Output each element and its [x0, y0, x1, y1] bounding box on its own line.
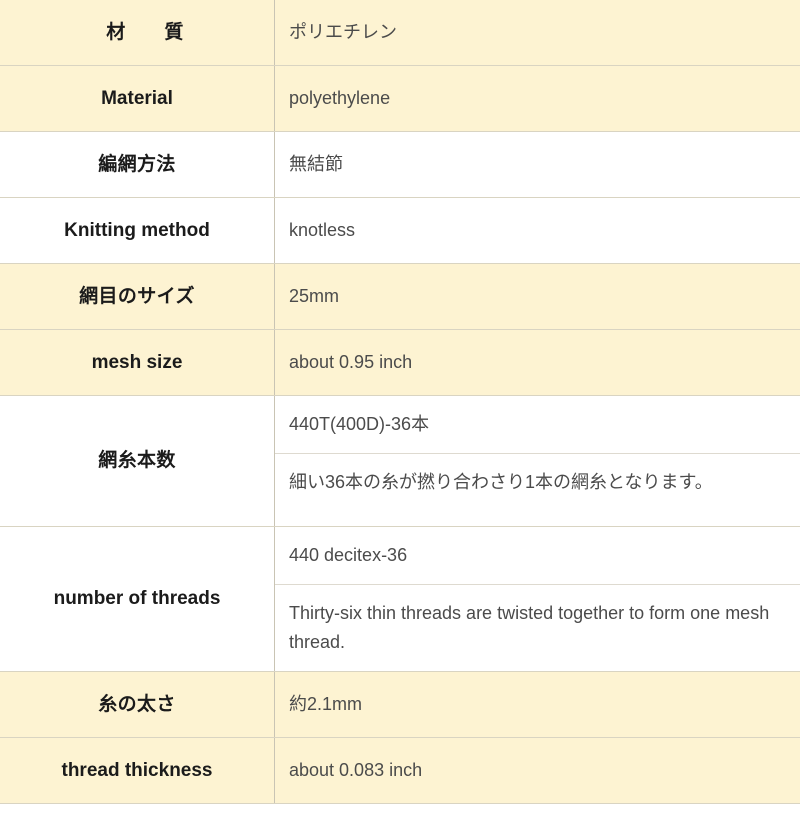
table-row: 編網方法 無結節: [0, 132, 800, 198]
table-row: 網目のサイズ 25mm: [0, 264, 800, 330]
row-value-thread-thickness-en: about 0.083 inch: [275, 738, 800, 804]
table-row: Material polyethylene: [0, 66, 800, 132]
specification-table: 材 質 ポリエチレン Material polyethylene 編網方法 無結…: [0, 0, 800, 804]
table-row: mesh size about 0.95 inch: [0, 330, 800, 396]
row-value-primary: 440T(400D)-36本: [275, 396, 800, 454]
row-value-primary: 440 decitex-36: [275, 527, 800, 585]
row-label-mesh-size-en: mesh size: [0, 330, 275, 396]
table-row: Knitting method knotless: [0, 198, 800, 264]
row-label-knitting-method-en: Knitting method: [0, 198, 275, 264]
row-label-knitting-method-ja: 編網方法: [0, 132, 275, 198]
row-value-knitting-method-ja: 無結節: [275, 132, 800, 198]
row-label-material-en: Material: [0, 66, 275, 132]
row-value-mesh-size-en: about 0.95 inch: [275, 330, 800, 396]
row-label-thread-thickness-ja: 糸の太さ: [0, 672, 275, 738]
row-label-thread-thickness-en: thread thickness: [0, 738, 275, 804]
row-value-note: Thirty-six thin threads are twisted toge…: [275, 585, 800, 671]
row-label-material-ja: 材 質: [0, 0, 275, 66]
row-label-number-of-threads-en: number of threads: [0, 527, 275, 672]
row-value-material-en: polyethylene: [275, 66, 800, 132]
row-value-note: 細い36本の糸が撚り合わさり1本の網糸となります。: [275, 454, 800, 511]
table-row: number of threads 440 decitex-36 Thirty-…: [0, 527, 800, 672]
page-bottom-spacer: [0, 804, 800, 818]
row-value-material-ja: ポリエチレン: [275, 0, 800, 66]
table-row: thread thickness about 0.083 inch: [0, 738, 800, 804]
row-value-number-of-threads-ja: 440T(400D)-36本 細い36本の糸が撚り合わさり1本の網糸となります。: [275, 396, 800, 527]
table-row: 糸の太さ 約2.1mm: [0, 672, 800, 738]
specification-table-body: 材 質 ポリエチレン Material polyethylene 編網方法 無結…: [0, 0, 800, 804]
row-label-number-of-threads-ja: 網糸本数: [0, 396, 275, 527]
row-label-mesh-size-ja: 網目のサイズ: [0, 264, 275, 330]
row-value-thread-thickness-ja: 約2.1mm: [275, 672, 800, 738]
row-value-mesh-size-ja: 25mm: [275, 264, 800, 330]
table-row: 材 質 ポリエチレン: [0, 0, 800, 66]
row-value-number-of-threads-en: 440 decitex-36 Thirty-six thin threads a…: [275, 527, 800, 672]
table-row: 網糸本数 440T(400D)-36本 細い36本の糸が撚り合わさり1本の網糸と…: [0, 396, 800, 527]
row-value-knitting-method-en: knotless: [275, 198, 800, 264]
